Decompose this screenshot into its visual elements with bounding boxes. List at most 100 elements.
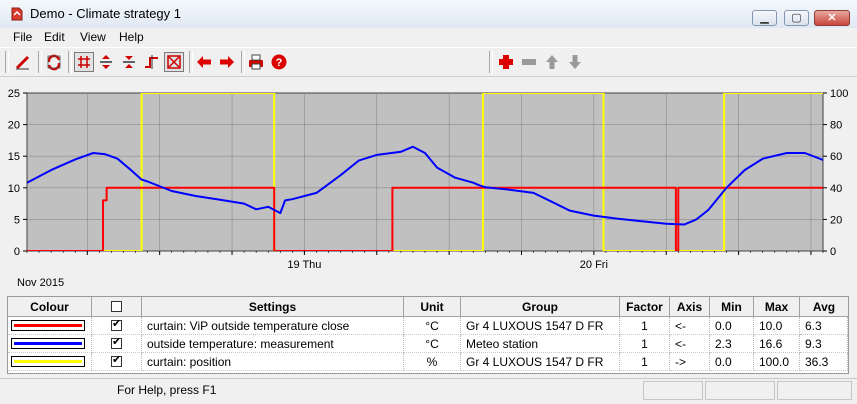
chart[interactable]: 051015202502040608010019 Thu20 Fri21 Sat… bbox=[3, 83, 853, 291]
colour-swatch[interactable] bbox=[11, 338, 85, 349]
header-avg[interactable]: Avg bbox=[800, 297, 848, 317]
left-tick-label: 0 bbox=[14, 246, 20, 258]
zoom-vertical-out-button[interactable] bbox=[119, 52, 139, 72]
status-cell bbox=[777, 381, 852, 400]
row-group: Meteo station bbox=[461, 335, 620, 353]
zoom-vertical-out-icon bbox=[123, 56, 135, 68]
check-mark-icon: ✔ bbox=[112, 318, 122, 330]
row-checkbox[interactable]: ✔ bbox=[92, 317, 142, 335]
zoom-vertical-in-icon bbox=[100, 55, 112, 69]
colour-line bbox=[14, 342, 82, 345]
minimize-icon: ▁ bbox=[760, 12, 769, 24]
header-checkbox[interactable] bbox=[92, 297, 142, 317]
x-start-label: Nov 2015 bbox=[17, 277, 64, 289]
row-axis: -> bbox=[670, 353, 710, 371]
visible-checkbox[interactable]: ✔ bbox=[111, 336, 122, 349]
arrow-right-icon bbox=[220, 56, 234, 68]
header-max[interactable]: Max bbox=[754, 297, 800, 317]
scroll-right-button[interactable] bbox=[217, 52, 237, 72]
status-cell bbox=[643, 381, 703, 400]
print-button[interactable] bbox=[246, 52, 266, 72]
row-colour[interactable] bbox=[8, 353, 92, 371]
status-bar: For Help, press F1 bbox=[0, 378, 857, 404]
left-tick-label: 5 bbox=[14, 214, 20, 226]
step-line-icon bbox=[145, 55, 158, 69]
close-button[interactable]: ✕ bbox=[814, 10, 850, 26]
move-up-button[interactable] bbox=[542, 52, 562, 72]
row-colour[interactable] bbox=[8, 335, 92, 353]
plot-area[interactable] bbox=[26, 92, 824, 252]
edit-pen-button[interactable] bbox=[13, 52, 33, 72]
row-axis: <- bbox=[670, 317, 710, 335]
row-settings: outside temperature: measurement bbox=[142, 335, 404, 353]
header-select-all-checkbox[interactable] bbox=[111, 301, 122, 312]
status-text: For Help, press F1 bbox=[117, 383, 217, 397]
chart-panel[interactable]: 051015202502040608010019 Thu20 Fri21 Sat… bbox=[3, 83, 853, 291]
left-tick-label: 15 bbox=[8, 151, 20, 163]
toolbar-separator bbox=[38, 51, 42, 73]
row-checkbox[interactable]: ✔ bbox=[92, 335, 142, 353]
zoom-vertical-in-button[interactable] bbox=[96, 52, 116, 72]
row-factor: 1 bbox=[620, 317, 670, 335]
row-colour[interactable] bbox=[8, 317, 92, 335]
right-tick-label: 0 bbox=[830, 246, 836, 258]
move-down-button[interactable] bbox=[565, 52, 585, 72]
scroll-left-button[interactable] bbox=[194, 52, 214, 72]
visible-checkbox[interactable]: ✔ bbox=[111, 318, 122, 331]
day-label: 19 Thu bbox=[287, 259, 321, 271]
menu-bar: File Edit View Help bbox=[0, 28, 857, 47]
toolbar-separator bbox=[189, 51, 193, 73]
header-group[interactable]: Group bbox=[461, 297, 620, 317]
minimize-button[interactable]: ▁ bbox=[752, 10, 777, 26]
row-avg: 9.3 bbox=[800, 335, 848, 353]
row-avg: 6.3 bbox=[800, 317, 848, 335]
colour-line bbox=[14, 360, 82, 363]
header-min[interactable]: Min bbox=[710, 297, 754, 317]
row-checkbox[interactable]: ✔ bbox=[92, 353, 142, 371]
visible-checkbox[interactable]: ✔ bbox=[111, 354, 122, 367]
header-factor[interactable]: Factor bbox=[620, 297, 670, 317]
add-icon bbox=[499, 55, 513, 69]
right-tick-label: 80 bbox=[830, 120, 842, 132]
help-icon: ? bbox=[271, 54, 287, 70]
menu-view[interactable]: View bbox=[80, 30, 106, 44]
row-settings: curtain: position bbox=[142, 353, 404, 371]
window-title: Demo - Climate strategy 1 bbox=[30, 6, 181, 21]
maximize-icon: ▢ bbox=[791, 12, 802, 24]
no-data-button[interactable] bbox=[164, 52, 184, 72]
header-unit[interactable]: Unit bbox=[404, 297, 461, 317]
row-max: 10.0 bbox=[754, 317, 800, 335]
toolbar-separator bbox=[5, 51, 9, 73]
right-tick-label: 100 bbox=[830, 88, 848, 100]
remove-series-button[interactable] bbox=[519, 52, 539, 72]
toolbar-separator bbox=[489, 51, 493, 73]
header-settings[interactable]: Settings bbox=[142, 297, 404, 317]
row-min: 0.0 bbox=[710, 317, 754, 335]
move-up-icon bbox=[546, 55, 558, 69]
grid-toggle-button[interactable] bbox=[74, 52, 94, 72]
colour-swatch[interactable] bbox=[11, 356, 85, 367]
header-axis[interactable]: Axis bbox=[670, 297, 710, 317]
no-data-icon bbox=[167, 55, 181, 69]
grid-icon bbox=[78, 56, 90, 68]
row-factor: 1 bbox=[620, 353, 670, 371]
colour-line bbox=[14, 324, 82, 327]
svg-text:?: ? bbox=[276, 57, 283, 69]
add-series-button[interactable] bbox=[496, 52, 516, 72]
menu-help[interactable]: Help bbox=[119, 30, 144, 44]
row-avg: 36.3 bbox=[800, 353, 848, 371]
row-min: 2.3 bbox=[710, 335, 754, 353]
menu-file[interactable]: File bbox=[13, 30, 32, 44]
step-line-button[interactable] bbox=[142, 52, 162, 72]
colour-swatch[interactable] bbox=[11, 320, 85, 331]
menu-edit[interactable]: Edit bbox=[44, 30, 65, 44]
right-tick-label: 60 bbox=[830, 151, 842, 163]
row-factor: 1 bbox=[620, 335, 670, 353]
header-colour[interactable]: Colour bbox=[8, 297, 92, 317]
right-tick-label: 40 bbox=[830, 183, 842, 195]
help-button[interactable]: ? bbox=[269, 52, 289, 72]
row-group: Gr 4 LUXOUS 1547 D FR bbox=[461, 353, 620, 371]
refresh-button[interactable] bbox=[44, 52, 64, 72]
maximize-button[interactable]: ▢ bbox=[784, 10, 809, 26]
row-max: 100.0 bbox=[754, 353, 800, 371]
